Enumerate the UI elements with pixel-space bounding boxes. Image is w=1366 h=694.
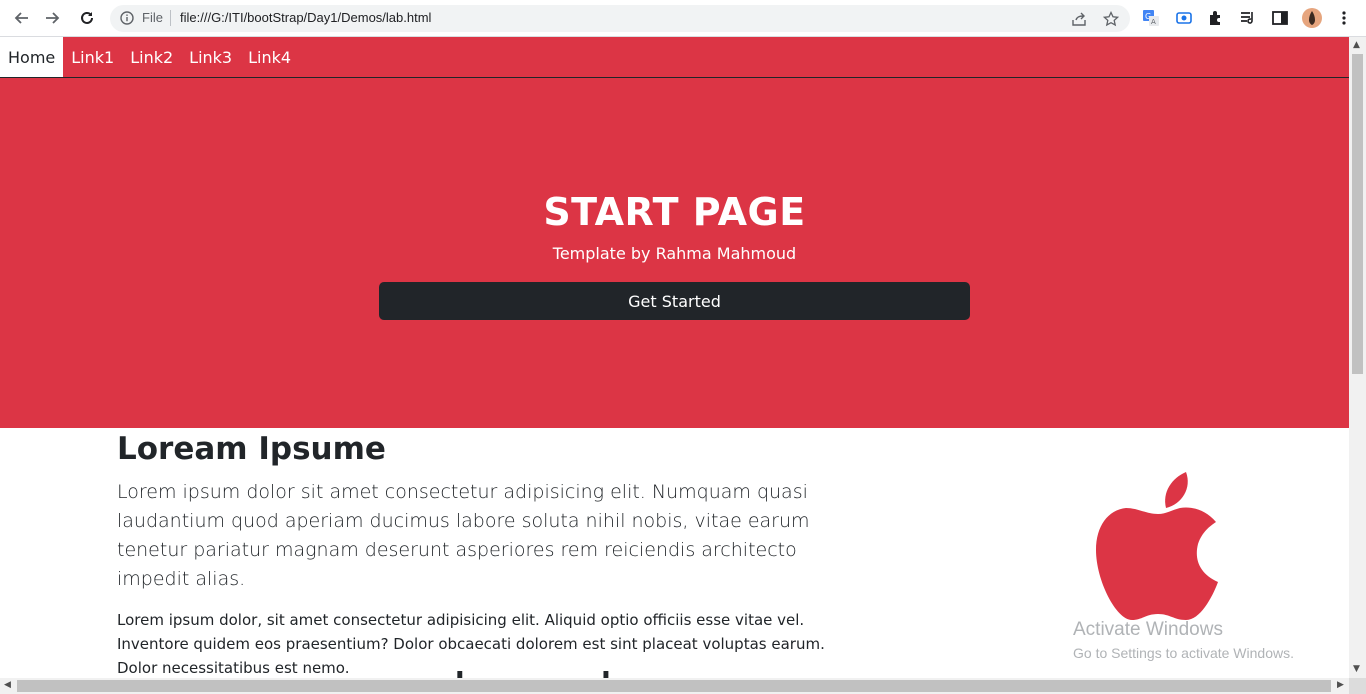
hero-section: START PAGE Template by Rahma Mahmoud Get…: [0, 78, 1349, 428]
forward-icon[interactable]: [40, 6, 66, 30]
extensions-icon[interactable]: [1205, 7, 1227, 29]
side-panel-icon[interactable]: [1269, 7, 1291, 29]
scroll-up-icon[interactable]: ▲: [1353, 40, 1360, 50]
hero-title: START PAGE: [543, 190, 806, 234]
hero-subtitle: Template by Rahma Mahmoud: [552, 244, 797, 263]
scrollbar-corner: [1349, 678, 1366, 694]
lead-paragraph: Lorem ipsum dolor sit amet consectetur a…: [117, 481, 810, 590]
info-icon[interactable]: [118, 9, 136, 27]
horizontal-scroll-thumb[interactable]: [17, 680, 1331, 692]
scroll-down-icon[interactable]: ▼: [1353, 664, 1360, 674]
avatar[interactable]: [1301, 7, 1323, 29]
watermark-title: Activate Windows: [1073, 619, 1223, 640]
translate-icon[interactable]: GA: [1140, 7, 1162, 29]
web-page: Home Link1 Link2 Link3 Link4 START PAGE …: [0, 37, 1349, 678]
section-heading: Loream Ipsume: [117, 431, 386, 467]
browser-toolbar: File file:///G:/ITI/bootStrap/Day1/Demos…: [0, 0, 1366, 37]
nav-link-2[interactable]: Link2: [122, 37, 181, 77]
get-started-button[interactable]: Get Started: [379, 282, 970, 320]
watermark-subtitle: Go to Settings to activate Windows.: [1073, 645, 1294, 661]
scroll-right-icon[interactable]: ▶: [1337, 680, 1344, 690]
next-section-heading-cutoff: l l: [455, 669, 611, 679]
navbar: Home Link1 Link2 Link3 Link4: [0, 37, 1349, 78]
nav-link-home[interactable]: Home: [0, 37, 64, 77]
reading-list-icon[interactable]: [1237, 7, 1259, 29]
nav-link-3[interactable]: Link3: [181, 37, 240, 77]
url-text[interactable]: file:///G:/ITI/bootStrap/Day1/Demos/lab.…: [180, 10, 431, 25]
scroll-left-icon[interactable]: ◀: [4, 680, 11, 690]
screencast-icon[interactable]: [1173, 7, 1195, 29]
content-section: Loream Ipsume Lorem ipsum dolor sit amet…: [117, 430, 862, 678]
share-icon[interactable]: [1068, 8, 1090, 30]
windows-activation-watermark: Activate Windows Go to Settings to activ…: [1073, 618, 1294, 664]
nav-link-4[interactable]: Link4: [240, 37, 299, 77]
omnibox-divider: [170, 10, 171, 26]
back-icon[interactable]: [8, 6, 34, 30]
svg-text:A: A: [1151, 18, 1156, 26]
apple-logo-icon: [1094, 470, 1220, 626]
menu-icon[interactable]: [1333, 7, 1355, 29]
vertical-scroll-thumb[interactable]: [1352, 54, 1363, 374]
nav-link-1[interactable]: Link1: [63, 37, 122, 77]
address-bar[interactable]: File file:///G:/ITI/bootStrap/Day1/Demos…: [110, 5, 1130, 32]
reload-icon[interactable]: [74, 6, 100, 30]
vertical-scrollbar[interactable]: ▲ ▼: [1349, 37, 1366, 678]
star-icon[interactable]: [1100, 8, 1122, 30]
scheme-label: File: [142, 10, 163, 25]
horizontal-scrollbar[interactable]: ◀ ▶: [0, 678, 1349, 694]
